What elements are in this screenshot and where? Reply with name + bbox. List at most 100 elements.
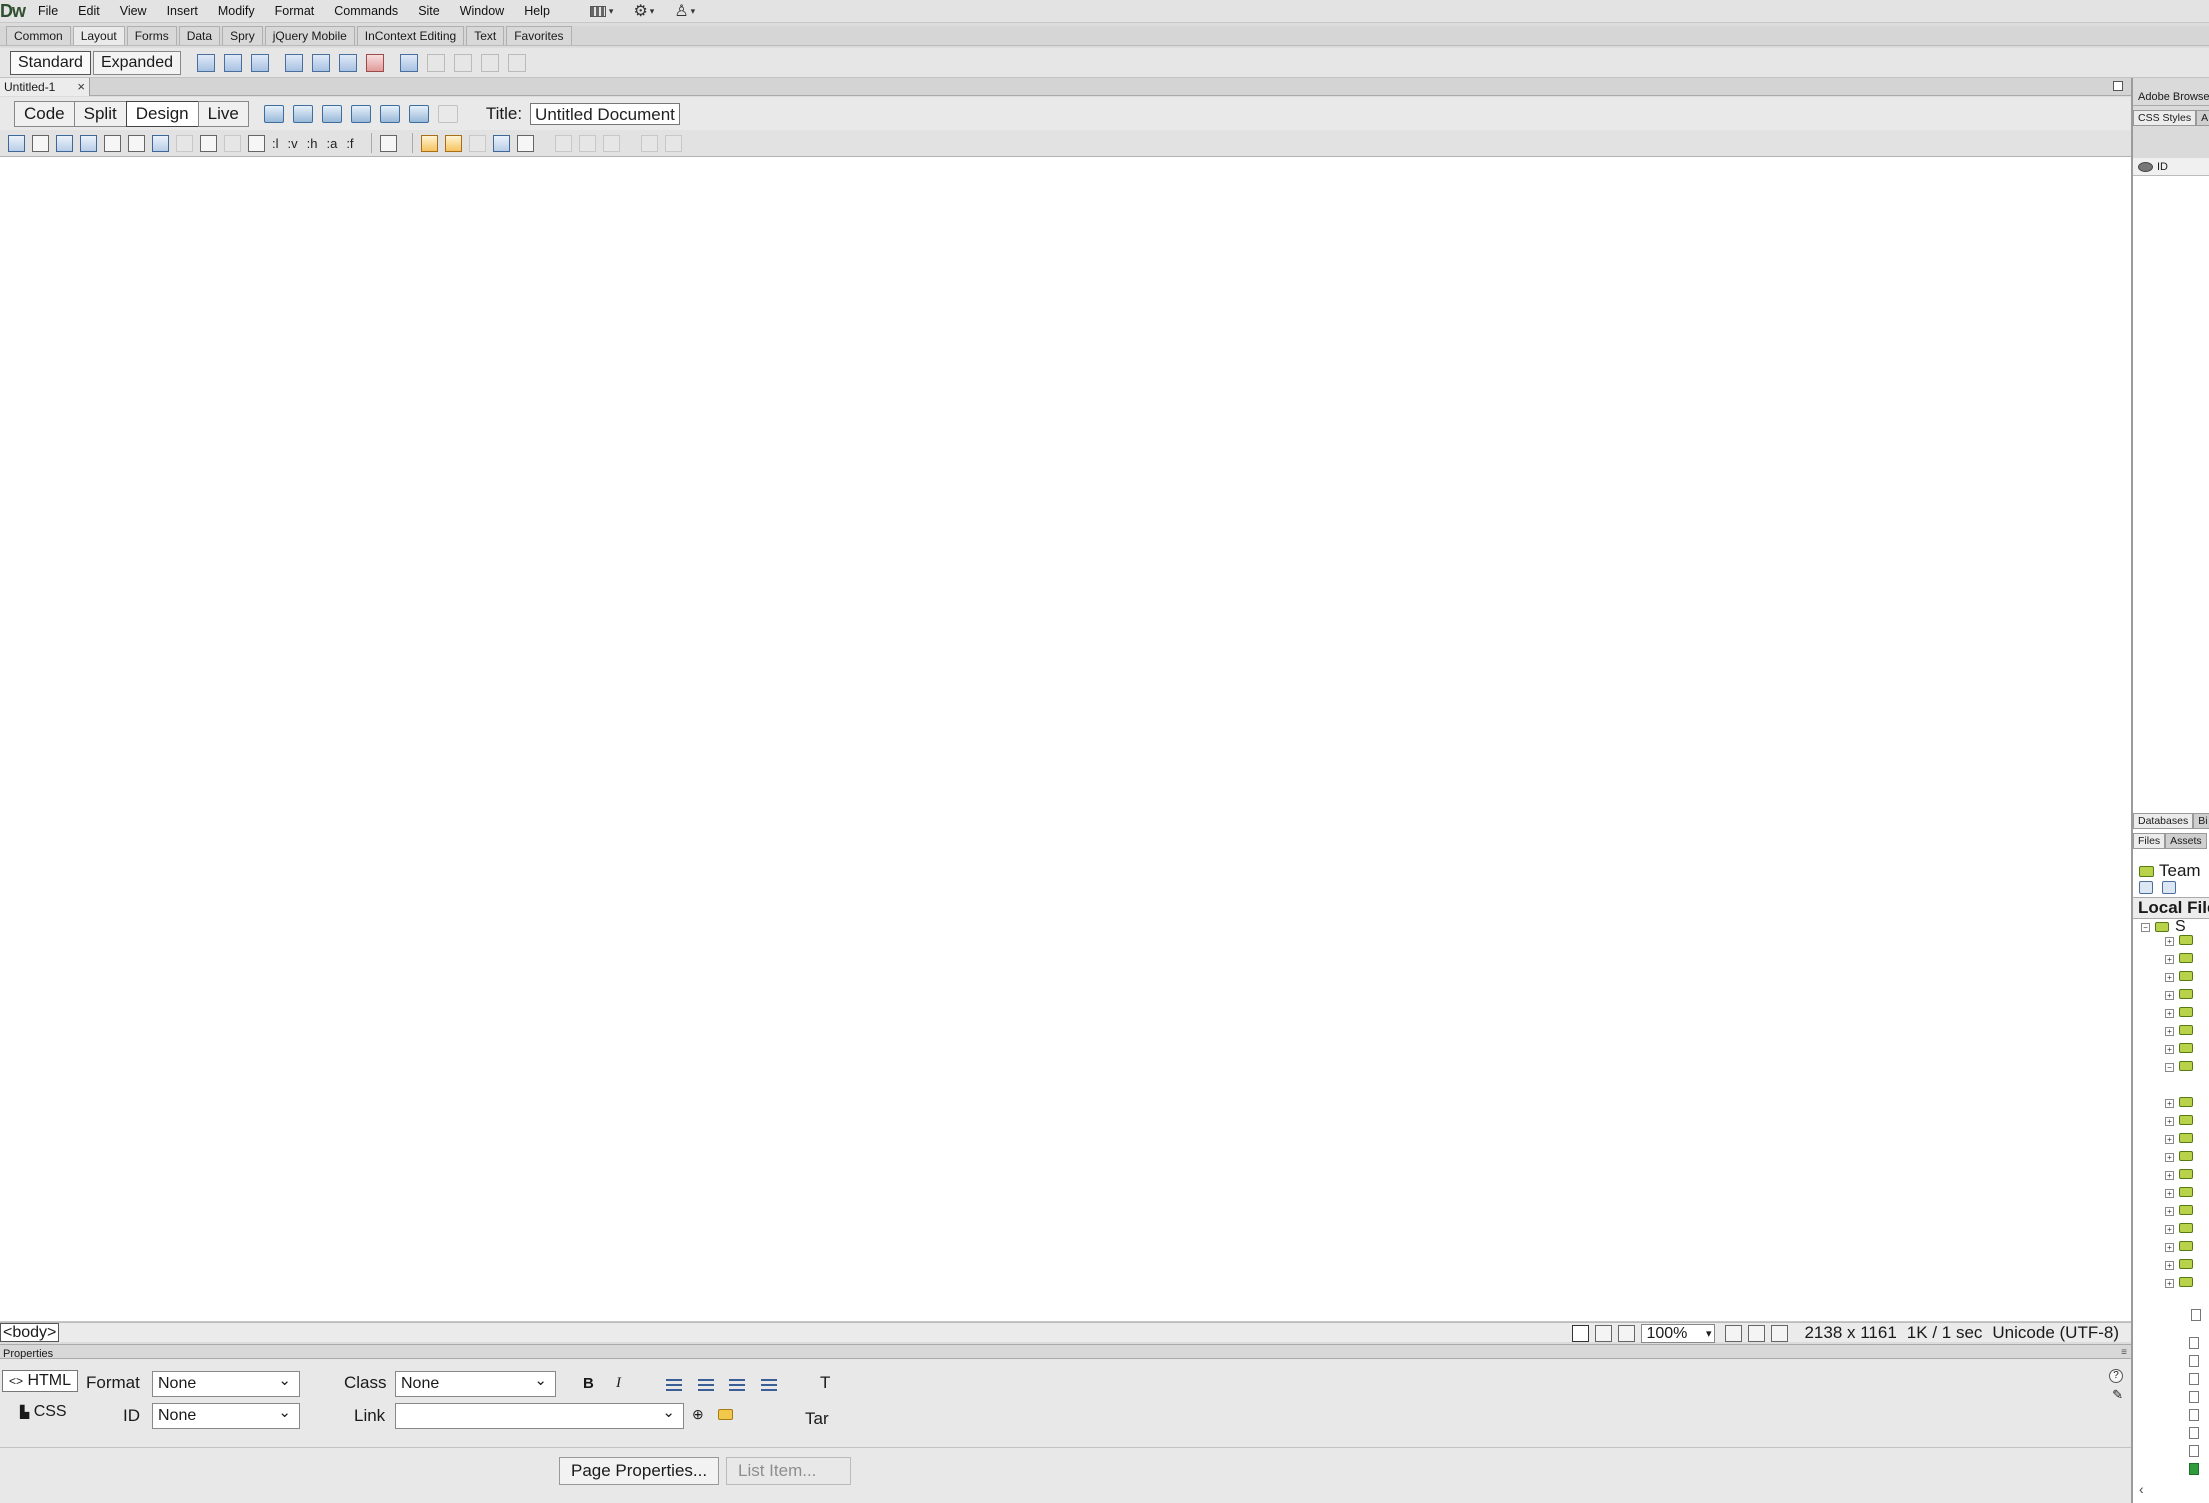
expand-icon[interactable]: + bbox=[2165, 937, 2174, 946]
tree-folder-row[interactable]: + bbox=[2133, 971, 2209, 985]
tree-folder-row[interactable]: + bbox=[2133, 1259, 2209, 1273]
format-v-button[interactable]: :v bbox=[288, 136, 298, 151]
tab-assets[interactable]: Assets bbox=[2165, 833, 2207, 849]
refresh-icon[interactable] bbox=[2162, 881, 2176, 894]
menu-help[interactable]: Help bbox=[514, 0, 560, 23]
tree-folder-row[interactable]: + bbox=[2133, 1025, 2209, 1039]
expand-icon[interactable]: + bbox=[2165, 1279, 2174, 1288]
indent-icon[interactable] bbox=[761, 1379, 777, 1392]
insert-div-icon[interactable] bbox=[197, 53, 215, 72]
folder-icon[interactable] bbox=[718, 1407, 733, 1424]
tab-common[interactable]: Common bbox=[6, 26, 71, 45]
tree-folder-row[interactable]: + bbox=[2133, 1241, 2209, 1255]
html-mode-button[interactable]: <> HTML bbox=[2, 1370, 79, 1392]
tab-ap-elements[interactable]: A bbox=[2196, 110, 2209, 126]
document-title-input[interactable]: Untitled Document bbox=[530, 102, 681, 125]
expand-icon[interactable]: + bbox=[2165, 1045, 2174, 1054]
collapse-icon[interactable]: − bbox=[2141, 923, 2150, 932]
expand-icon[interactable]: + bbox=[2165, 1189, 2174, 1198]
expand-icon[interactable]: + bbox=[2165, 991, 2174, 1000]
copy-icon[interactable] bbox=[492, 134, 510, 152]
toolbox-icon[interactable] bbox=[444, 134, 462, 152]
w3c-validation-icon[interactable] bbox=[350, 104, 371, 123]
mobile-size-icon[interactable] bbox=[1725, 1324, 1743, 1342]
menu-insert[interactable]: Insert bbox=[157, 0, 208, 23]
tab-text[interactable]: Text bbox=[466, 26, 505, 45]
format-select[interactable]: None bbox=[152, 1371, 300, 1397]
text-format-icon[interactable] bbox=[248, 134, 265, 152]
layout-dropdown[interactable]: ▾ bbox=[589, 5, 613, 17]
insert-fluid-grid-icon[interactable] bbox=[224, 53, 242, 72]
document-tab[interactable]: Untitled-1 × bbox=[0, 77, 90, 96]
tab-incontext-editing[interactable]: InContext Editing bbox=[356, 26, 465, 45]
tree-folder-row[interactable]: + bbox=[2133, 1043, 2209, 1057]
expand-icon[interactable]: + bbox=[2165, 1099, 2174, 1108]
check-browser-compatibility-icon[interactable] bbox=[379, 104, 400, 123]
calendar-icon[interactable] bbox=[128, 134, 145, 152]
expand-icon[interactable]: + bbox=[2165, 1009, 2174, 1018]
outdent-icon[interactable] bbox=[729, 1379, 745, 1392]
format-a-button[interactable]: :a bbox=[326, 136, 337, 151]
print-icon[interactable] bbox=[32, 134, 49, 152]
tree-file-row[interactable] bbox=[2133, 1309, 2209, 1323]
split-view-button[interactable]: Split bbox=[73, 100, 127, 127]
expand-icon[interactable]: + bbox=[2165, 1171, 2174, 1180]
tree-folder-row[interactable]: + bbox=[2133, 1151, 2209, 1165]
unordered-list-icon[interactable] bbox=[666, 1379, 682, 1392]
connect-icon[interactable] bbox=[2139, 881, 2153, 894]
menu-format[interactable]: Format bbox=[265, 0, 325, 23]
tree-file-row[interactable] bbox=[2133, 1463, 2209, 1477]
spry-tabbed-panels-icon[interactable] bbox=[312, 53, 330, 72]
tree-folder-row[interactable]: − bbox=[2133, 1061, 2209, 1075]
table-icon[interactable] bbox=[400, 53, 418, 72]
tab-data[interactable]: Data bbox=[178, 26, 221, 45]
expand-icon[interactable]: + bbox=[2165, 1243, 2174, 1252]
expand-icon[interactable]: + bbox=[2165, 1225, 2174, 1234]
italic-button[interactable]: I bbox=[616, 1375, 621, 1392]
site-selector[interactable]: Team bbox=[2139, 861, 2201, 881]
expand-icon[interactable]: + bbox=[2165, 1153, 2174, 1162]
select-tool-icon[interactable] bbox=[1572, 1324, 1590, 1342]
panel-menu-icon[interactable]: ≡ bbox=[2121, 1347, 2127, 1358]
tab-spry[interactable]: Spry bbox=[222, 26, 263, 45]
page-properties-button[interactable]: Page Properties... bbox=[559, 1457, 720, 1485]
zoom-tool-icon[interactable] bbox=[1618, 1324, 1636, 1342]
tree-folder-row[interactable]: + bbox=[2133, 953, 2209, 967]
menu-commands[interactable]: Commands bbox=[324, 0, 408, 23]
expand-icon[interactable]: + bbox=[2165, 973, 2174, 982]
bold-button[interactable]: B bbox=[583, 1375, 594, 1392]
menu-site[interactable]: Site bbox=[408, 0, 450, 23]
paste-icon[interactable] bbox=[516, 134, 534, 152]
tree-folder-row[interactable]: + bbox=[2133, 1097, 2209, 1111]
visual-aids-icon[interactable] bbox=[408, 104, 429, 123]
file-management-icon[interactable] bbox=[321, 104, 342, 123]
tab-layout[interactable]: Layout bbox=[72, 26, 125, 45]
hand-tool-icon[interactable] bbox=[1595, 1324, 1613, 1342]
tree-folder-row[interactable]: + bbox=[2133, 1115, 2209, 1129]
point-to-file-icon[interactable]: ⊕ bbox=[692, 1406, 704, 1423]
preview-browser-icon[interactable] bbox=[292, 104, 313, 123]
tree-file-row[interactable] bbox=[2133, 1337, 2209, 1351]
tree-file-row[interactable] bbox=[2133, 1355, 2209, 1369]
format-l-button[interactable]: :l bbox=[272, 136, 279, 151]
class-select[interactable]: None bbox=[395, 1371, 556, 1397]
expand-icon[interactable]: + bbox=[2165, 1207, 2174, 1216]
design-view-canvas[interactable] bbox=[0, 157, 2131, 1322]
new-document-icon[interactable] bbox=[379, 134, 397, 152]
id-select[interactable]: None bbox=[152, 1403, 300, 1429]
chart-icon[interactable] bbox=[152, 134, 169, 152]
standard-mode-button[interactable]: Standard bbox=[10, 50, 91, 75]
mobile-icon[interactable] bbox=[56, 134, 73, 152]
spry-collapsible-panel-icon[interactable] bbox=[366, 53, 384, 72]
spry-accordion-icon[interactable] bbox=[339, 53, 357, 72]
tree-file-row[interactable] bbox=[2133, 1445, 2209, 1459]
tab-forms[interactable]: Forms bbox=[126, 26, 177, 45]
eye-icon[interactable] bbox=[2138, 161, 2153, 172]
tab-css-styles[interactable]: CSS Styles bbox=[2133, 110, 2197, 126]
tree-folder-row[interactable]: + bbox=[2133, 935, 2209, 949]
site-dropdown[interactable]: ♙ ▾ bbox=[674, 1, 695, 21]
page-icon[interactable] bbox=[8, 134, 25, 152]
css-mode-button[interactable]: ▙ CSS bbox=[14, 1402, 73, 1424]
tag-selector-body[interactable]: <body> bbox=[0, 1323, 60, 1342]
home-icon[interactable] bbox=[420, 134, 438, 152]
